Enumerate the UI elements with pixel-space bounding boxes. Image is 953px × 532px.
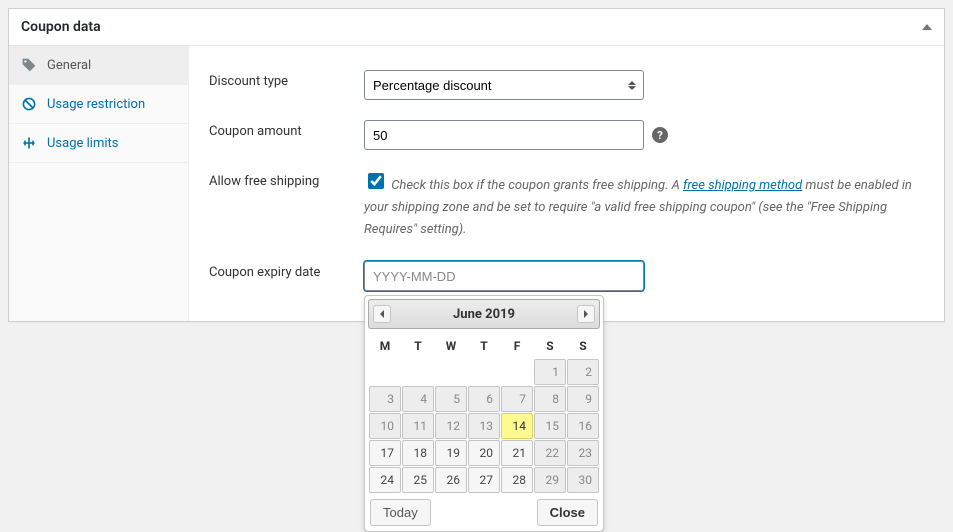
datepicker-day[interactable]: 24 [369,467,401,493]
row-discount-type: Discount type Percentage discount [209,60,924,110]
expiry-date-input[interactable] [364,261,644,291]
datepicker-day[interactable]: 21 [501,440,533,466]
discount-type-select[interactable]: Percentage discount [364,70,644,100]
datepicker-day[interactable]: 14 [501,413,533,439]
datepicker-day[interactable]: 4 [402,386,434,412]
free-shipping-description: Check this box if the coupon grants free… [364,170,924,241]
datepicker-today-button[interactable]: Today [370,499,431,526]
datepicker-dow: S [534,334,566,358]
datepicker-day[interactable]: 7 [501,386,533,412]
datepicker-day[interactable]: 29 [534,467,566,493]
datepicker-day[interactable]: 10 [369,413,401,439]
collapse-icon[interactable] [922,24,932,30]
tab-usage-restriction[interactable]: Usage restriction [9,85,188,124]
tag-icon [21,57,37,73]
coupon-data-panel: Coupon data General Usage restriction [8,8,945,322]
datepicker-next-button[interactable] [577,305,595,323]
datepicker-day[interactable]: 17 [369,440,401,466]
label-discount-type: Discount type [209,70,364,89]
datepicker-dow: W [435,334,467,358]
tab-usage-limits[interactable]: Usage limits [9,124,188,163]
datepicker-day[interactable]: 5 [435,386,467,412]
coupon-amount-input[interactable] [364,120,644,150]
datepicker-day[interactable]: 27 [468,467,500,493]
side-tabs: General Usage restriction Usage limits [9,46,189,321]
datepicker-day[interactable]: 23 [567,440,599,466]
free-shipping-checkbox[interactable] [368,173,384,189]
datepicker-day[interactable]: 12 [435,413,467,439]
free-shipping-method-link[interactable]: free shipping method [683,178,802,193]
help-icon[interactable]: ? [652,127,668,143]
ban-icon [21,96,37,112]
datepicker-month-label: June 2019 [453,307,515,322]
datepicker-day[interactable]: 28 [501,467,533,493]
row-free-shipping: Allow free shipping Check this box if th… [209,160,924,251]
datepicker-close-button[interactable]: Close [537,499,598,526]
datepicker-day[interactable]: 20 [468,440,500,466]
datepicker-day[interactable]: 11 [402,413,434,439]
general-content: Discount type Percentage discount Coupon… [189,46,944,321]
datepicker-day[interactable]: 30 [567,467,599,493]
datepicker-prev-button[interactable] [373,305,391,323]
label-coupon-amount: Coupon amount [209,120,364,139]
tab-label: Usage restriction [47,97,145,112]
datepicker-day[interactable]: 16 [567,413,599,439]
datepicker-day[interactable]: 1 [534,359,566,385]
datepicker-dow: S [567,334,599,358]
tab-label: General [47,58,91,73]
datepicker-calendar: MTWTFSS .....123456789101112131415161718… [368,333,600,494]
datepicker-dow: M [369,334,401,358]
datepicker-day[interactable]: 22 [534,440,566,466]
tab-general[interactable]: General [9,46,188,85]
datepicker-day[interactable]: 26 [435,467,467,493]
panel-header[interactable]: Coupon data [9,9,944,46]
row-coupon-amount: Coupon amount ? [209,110,924,160]
label-expiry-date: Coupon expiry date [209,261,364,280]
datepicker-day[interactable]: 2 [567,359,599,385]
datepicker-day[interactable]: 9 [567,386,599,412]
datepicker-day[interactable]: 25 [402,467,434,493]
label-free-shipping: Allow free shipping [209,170,364,189]
datepicker-dow: F [501,334,533,358]
datepicker-day[interactable]: 19 [435,440,467,466]
datepicker-day[interactable]: 6 [468,386,500,412]
panel-title: Coupon data [21,19,101,35]
datepicker-dow: T [402,334,434,358]
datepicker-day[interactable]: 13 [468,413,500,439]
datepicker-day[interactable]: 3 [369,386,401,412]
datepicker-dow: T [468,334,500,358]
datepicker-day[interactable]: 15 [534,413,566,439]
row-expiry-date: Coupon expiry date June 2019 [209,251,924,301]
datepicker-day[interactable]: 8 [534,386,566,412]
tab-label: Usage limits [47,136,118,151]
datepicker: June 2019 MTWTFSS .....12345678910111213… [364,295,604,532]
limits-icon [21,135,37,151]
datepicker-day[interactable]: 18 [402,440,434,466]
